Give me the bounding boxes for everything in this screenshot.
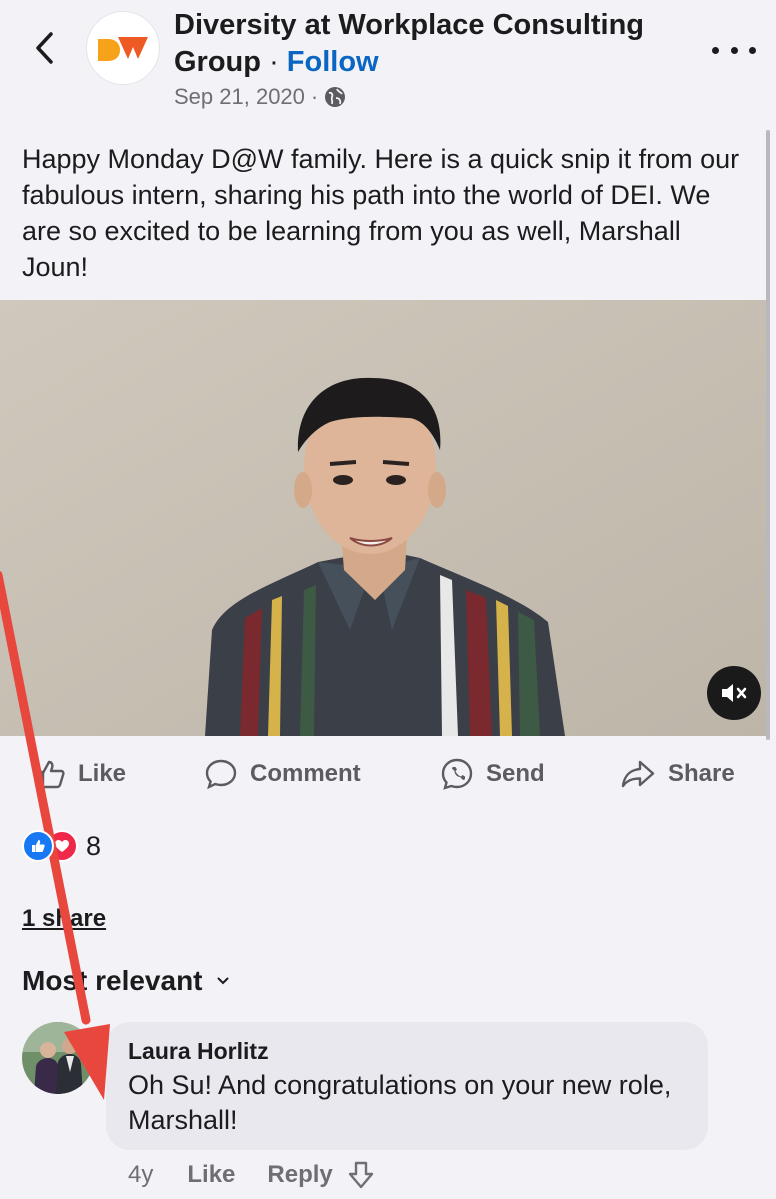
messenger-icon: [441, 758, 473, 790]
post-video[interactable]: [0, 300, 770, 736]
page-name-cont[interactable]: Group: [174, 46, 261, 78]
commenter-avatar[interactable]: [22, 1022, 94, 1094]
reaction-count: 8: [86, 830, 102, 861]
post-text: Happy Monday D@W family. Here is a quick…: [22, 144, 740, 282]
comment-like-button[interactable]: Like: [187, 1161, 235, 1189]
avatar-photo: [22, 1022, 94, 1094]
like-reaction-icon: [22, 830, 54, 862]
shares-link[interactable]: 1 share: [22, 905, 106, 933]
dw-logo-icon: [98, 37, 148, 61]
comment-author[interactable]: Laura Horlitz: [128, 1038, 269, 1065]
downvote-arrow-icon[interactable]: [347, 1160, 375, 1190]
more-options-button[interactable]: [712, 40, 756, 60]
comment-reply-button[interactable]: Reply: [267, 1161, 332, 1189]
chevron-down-icon: [217, 977, 228, 985]
post-date[interactable]: Sep 21, 2020: [174, 84, 305, 110]
more-dot-icon: [730, 46, 738, 54]
mute-toggle-button[interactable]: [707, 666, 761, 720]
comment-label: Comment: [250, 760, 361, 787]
post-meta: Sep 21, 2020 ·: [174, 84, 346, 110]
more-dot-icon: [712, 46, 719, 54]
more-dot-icon: [749, 46, 756, 54]
page-title: Diversity at Workplace Consulting Group …: [174, 7, 694, 81]
comment-button[interactable]: Comment: [204, 748, 361, 800]
comment-sort-dropdown[interactable]: Most relevant: [22, 965, 229, 997]
follow-button[interactable]: Follow: [287, 46, 379, 78]
sort-label: Most relevant: [22, 965, 203, 996]
share-arrow-icon: [621, 760, 655, 788]
like-button[interactable]: Like: [34, 748, 126, 800]
send-label: Send: [486, 760, 545, 787]
title-separator: ·: [269, 46, 279, 78]
reactions-summary[interactable]: 8: [22, 830, 101, 862]
send-button[interactable]: Send: [440, 748, 545, 800]
video-frame: [0, 300, 770, 736]
globe-icon: [325, 87, 346, 107]
thumbs-up-icon: [35, 760, 65, 789]
page-name[interactable]: Diversity at Workplace Consulting: [174, 9, 644, 41]
comment-text: Oh Su! And congratulations on your new r…: [128, 1070, 672, 1135]
comment-icon: [205, 759, 237, 790]
scrollbar[interactable]: [766, 130, 770, 740]
comment-footer: 4y Like Reply: [128, 1160, 375, 1190]
speaker-muted-icon: [722, 684, 747, 702]
back-button[interactable]: [24, 26, 64, 70]
share-button[interactable]: Share: [620, 748, 735, 800]
share-label: Share: [668, 760, 735, 787]
post-action-bar: Like Comment Send Share: [0, 748, 776, 800]
chevron-left-icon: [36, 32, 53, 64]
comment-age: 4y: [128, 1161, 154, 1188]
like-label: Like: [78, 760, 127, 787]
meta-separator: ·: [310, 84, 319, 109]
page-logo[interactable]: [86, 11, 160, 85]
